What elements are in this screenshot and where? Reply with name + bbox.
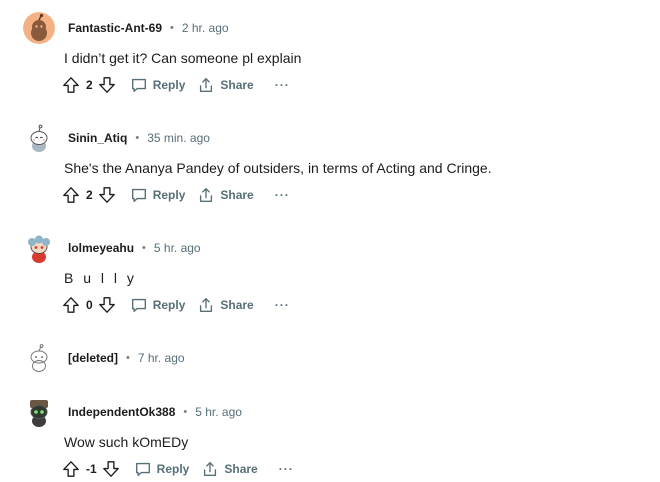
more-options-icon[interactable]: ··· [279,462,294,476]
share-label: Share [220,298,254,312]
reply-button[interactable]: Reply [130,186,186,204]
user-avatar[interactable] [23,12,55,44]
comment-actions: -1 Reply Share ··· [62,457,294,481]
downvote-icon[interactable] [102,460,120,478]
snoo-avatar-icon [23,12,55,44]
share-icon [200,298,213,312]
comment-bubble-icon [131,188,146,202]
comment-bubble-icon [131,298,146,312]
comment-meta: lolmeyeahu • 5 hr. ago [68,241,201,255]
share-icon [200,188,213,202]
downvote-icon[interactable] [98,186,116,204]
comment-actions: 2 Reply Share ··· [62,183,290,207]
username[interactable]: Fantastic-Ant-69 [68,21,162,35]
timestamp[interactable]: 35 min. ago [147,131,210,145]
meta-separator: • [142,242,146,254]
vote-group: 2 [62,186,116,204]
more-options-icon[interactable]: ··· [275,78,290,92]
vote-score: -1 [86,462,97,476]
comment-body: Wow such kOmEDy [64,434,189,450]
timestamp[interactable]: 2 hr. ago [182,21,229,35]
reply-button[interactable]: Reply [130,296,186,314]
reply-label: Reply [152,298,186,312]
share-label: Share [224,462,258,476]
upvote-icon[interactable] [62,460,80,478]
share-icon [200,78,213,92]
user-avatar[interactable] [23,396,55,428]
comment-meta: IndependentOk388 • 5 hr. ago [68,405,242,419]
upvote-icon[interactable] [62,76,80,94]
vote-score: 0 [86,298,93,312]
comment-actions: 2 Reply Share ··· [62,73,290,97]
downvote-icon[interactable] [98,76,116,94]
comment-meta: Sinin_Atiq • 35 min. ago [68,131,210,145]
share-button[interactable]: Share [197,186,254,204]
upvote-icon[interactable] [62,186,80,204]
user-avatar[interactable] [23,122,55,154]
more-options-icon[interactable]: ··· [275,298,290,312]
snoo-avatar-icon [23,232,55,264]
vote-group: 2 [62,76,116,94]
more-options-icon[interactable]: ··· [275,188,290,202]
vote-group: 0 [62,296,116,314]
username[interactable]: Sinin_Atiq [68,131,127,145]
deleted-snoo-icon [23,342,55,374]
comment-meta: [deleted] • 7 hr. ago [68,351,185,365]
username: [deleted] [68,351,119,365]
reply-button[interactable]: Reply [134,460,190,478]
vote-group: -1 [62,460,120,478]
snoo-avatar-icon [23,122,55,154]
timestamp[interactable]: 5 hr. ago [154,241,201,255]
comment-body: She's the Ananya Pandey of outsiders, in… [64,160,492,176]
meta-separator: • [170,22,174,34]
reply-button[interactable]: Reply [130,76,186,94]
meta-separator: • [126,352,130,364]
meta-separator: • [135,132,140,144]
comment-actions: 0 Reply Share ··· [62,293,290,317]
timestamp[interactable]: 5 hr. ago [195,405,242,419]
share-button[interactable]: Share [197,76,254,94]
reply-label: Reply [152,188,186,202]
timestamp[interactable]: 7 hr. ago [138,351,185,365]
username[interactable]: IndependentOk388 [68,405,175,419]
comment-body: I didn’t get it? Can someone pl explain [64,50,302,66]
user-avatar[interactable] [23,232,55,264]
share-icon [204,462,217,476]
comment-body: B u l l y [64,270,137,286]
snoo-avatar-icon [23,396,55,428]
vote-score: 2 [86,78,93,92]
vote-score: 2 [86,188,93,202]
downvote-icon[interactable] [98,296,116,314]
username[interactable]: lolmeyeahu [68,241,134,255]
reply-label: Reply [152,78,186,92]
reply-label: Reply [156,462,190,476]
user-avatar [23,342,55,374]
share-button[interactable]: Share [197,296,254,314]
meta-separator: • [183,406,188,418]
share-label: Share [220,188,254,202]
comment-bubble-icon [135,462,150,476]
comment-bubble-icon [131,78,146,92]
comment-meta: Fantastic-Ant-69 • 2 hr. ago [68,21,229,35]
share-label: Share [220,78,254,92]
upvote-icon[interactable] [62,296,80,314]
share-button[interactable]: Share [201,460,258,478]
